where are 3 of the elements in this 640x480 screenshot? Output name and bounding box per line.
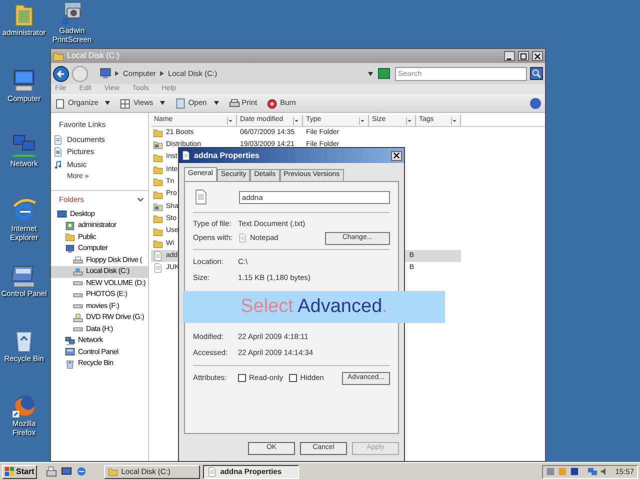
instruction-text: Select Advanced.: [240, 294, 388, 319]
dialog-title: addna Properties: [194, 150, 260, 162]
window-title: Local Disk (C:): [67, 50, 120, 62]
